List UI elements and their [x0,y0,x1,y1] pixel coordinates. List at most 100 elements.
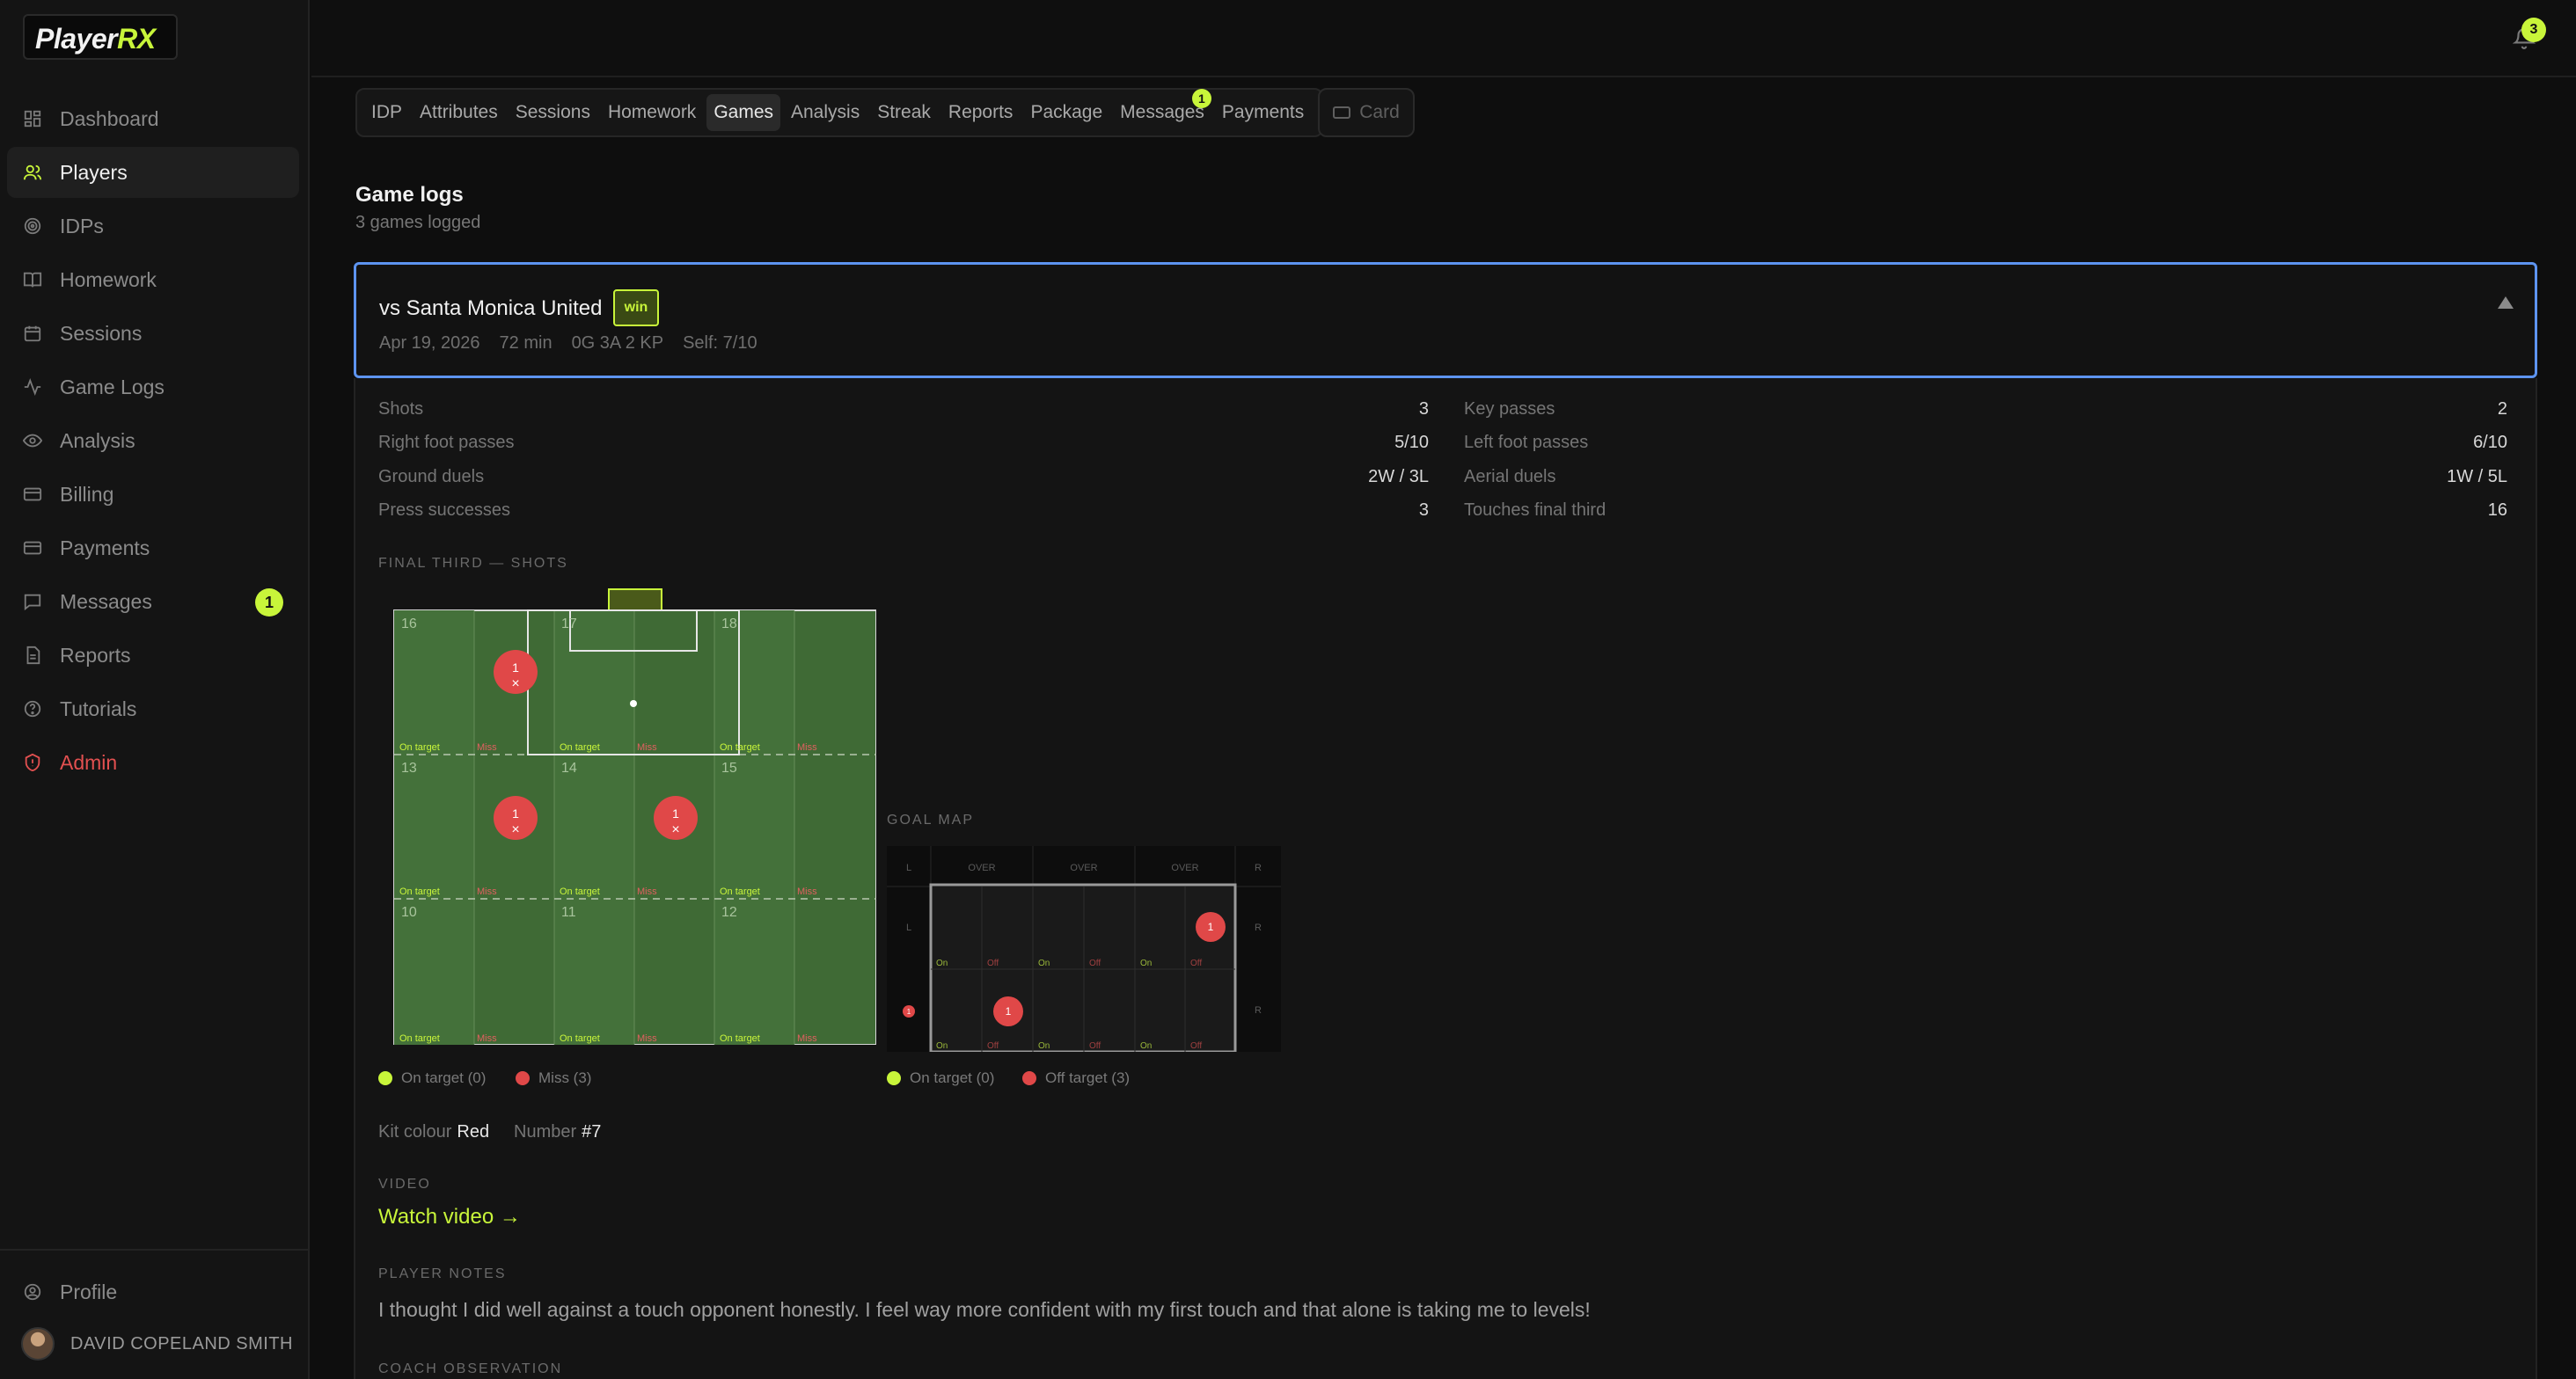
card-button-label: Card [1359,102,1400,122]
sidebar-item-sessions[interactable]: Sessions [7,308,299,359]
avatar [21,1327,55,1361]
shirt-number-value: #7 [582,1122,602,1142]
game-opponent: vs Santa Monica United [379,296,603,320]
sidebar-item-analysis[interactable]: Analysis [7,415,299,466]
watch-video-link[interactable]: Watch video → [378,1205,521,1229]
sidebar-item-reports[interactable]: Reports [7,630,299,681]
sidebar-item-dashboard[interactable]: Dashboard [7,93,299,144]
goal-legend-on: On target (0) [887,1069,994,1087]
shot-marker[interactable]: 1 × [494,796,538,840]
sidebar-item-idps[interactable]: IDPs [7,201,299,252]
sidebar-item-admin[interactable]: Admin [7,737,299,788]
eye-icon [23,431,42,450]
sidebar-item-profile[interactable]: Profile [0,1270,310,1314]
card-button[interactable]: Card [1318,88,1415,137]
goal-off-label: Off [987,959,999,968]
tab-package[interactable]: Package [1023,94,1109,131]
goal-on-label: On [936,1041,948,1051]
tab-streak[interactable]: Streak [870,94,938,131]
tab-payments[interactable]: Payments [1215,94,1311,131]
tab-sessions[interactable]: Sessions [509,94,597,131]
tab-messages-badge: 1 [1191,89,1211,108]
goal-marker[interactable]: 1 [1196,912,1226,942]
goal-side-label: R [1255,1005,1262,1016]
card-icon [23,538,42,558]
sidebar-item-label: Admin [60,750,118,774]
sidebar-item-billing[interactable]: Billing [7,469,299,520]
dashboard-icon [23,109,42,128]
svg-text:×: × [511,676,519,691]
shot-pitch: 16 17 18 13 14 15 10 11 12 On target Mis… [391,587,876,1045]
game-self-rating: Self: 7/10 [683,333,757,353]
goal-on-label: On [1140,959,1152,968]
zone-number: 13 [401,761,417,776]
sidebar-item-label: Tutorials [60,697,137,720]
book-icon [23,270,42,289]
goal-off-label: Off [987,1041,999,1051]
user-name: DAVID COPELAND SMITH [70,1333,293,1353]
zone-number: 11 [561,905,576,920]
game-summary: 0G 3A 2 KP [571,333,664,353]
sidebar-item-label: IDPs [60,214,104,237]
goal-map-title: GOAL MAP [887,813,974,828]
player-tabs: IDP Attributes Sessions Homework Games A… [355,88,1324,137]
zone-on-label: On target [720,1033,760,1044]
user-menu[interactable]: DAVID COPELAND SMITH [0,1319,310,1368]
zone-miss-label: Miss [637,886,657,897]
tab-analysis[interactable]: Analysis [784,94,867,131]
goal-on-label: On [1140,1041,1152,1051]
goal-col-label: OVER [1070,863,1097,873]
goal-frame [608,588,662,611]
shot-count: 1 [512,806,519,821]
zone-miss-label: Miss [637,742,657,753]
sidebar-item-messages[interactable]: Messages 1 [7,576,299,627]
tab-games[interactable]: Games [706,94,780,131]
goal-col-label: L [906,863,911,873]
kit-colour-value: Red [457,1122,490,1142]
stat-label: Shots [378,399,424,419]
svg-text:×: × [511,822,519,837]
alert-icon [23,753,42,772]
collapse-icon[interactable] [2498,296,2514,309]
on-target-dot [378,1071,392,1085]
shots-legend-on-label: On target (0) [401,1069,487,1086]
zone-on-label: On target [560,742,600,753]
zone-number: 17 [561,617,577,631]
tab-messages-label: Messages [1120,102,1204,122]
tab-reports[interactable]: Reports [941,94,1021,131]
activity-icon [23,377,42,397]
stat-value: 2 [2497,399,2507,419]
tab-homework[interactable]: Homework [601,94,703,131]
zone-number: 14 [561,761,577,776]
goal-side-label: R [1255,923,1262,933]
sidebar-footer: Profile DAVID COPELAND SMITH [0,1249,310,1368]
game-card-header[interactable]: vs Santa Monica United win Apr 19, 2026 … [354,262,2537,378]
zone-number: 16 [401,617,417,631]
sidebar-item-players[interactable]: Players [7,147,299,198]
zone-number: 12 [721,905,737,920]
tab-idp[interactable]: IDP [364,94,409,131]
goal-marker[interactable]: 1 [903,1005,915,1018]
tab-messages[interactable]: Messages 1 [1113,89,1211,131]
shirt-number-label: Number [514,1122,577,1142]
shot-marker[interactable]: 1 × [654,796,698,840]
logo[interactable]: PlayerRX [23,14,178,60]
goal-marker[interactable]: 1 [993,996,1023,1026]
goal-col-label: OVER [1171,863,1198,873]
zone-miss-label: Miss [797,1033,817,1044]
sidebar-item-label: Messages [60,589,152,613]
zone-on-label: On target [720,742,760,753]
tab-attributes[interactable]: Attributes [413,94,505,131]
goal-off-label: Off [1089,959,1101,968]
zone-on-label: On target [399,1033,440,1044]
sidebar-item-payments[interactable]: Payments [7,522,299,573]
sidebar-item-tutorials[interactable]: Tutorials [7,683,299,734]
goal-legend-off: Off target (3) [1022,1069,1130,1087]
sidebar: PlayerRX Dashboard Players IDPs Homework [0,0,310,1379]
shot-marker[interactable]: 1 × [494,650,538,694]
zone-on-label: On target [720,886,760,897]
sidebar-item-homework[interactable]: Homework [7,254,299,305]
game-meta: Apr 19, 2026 72 min 0G 3A 2 KP Self: 7/1… [379,333,757,354]
users-icon [23,163,42,182]
sidebar-item-game-logs[interactable]: Game Logs [7,361,299,412]
